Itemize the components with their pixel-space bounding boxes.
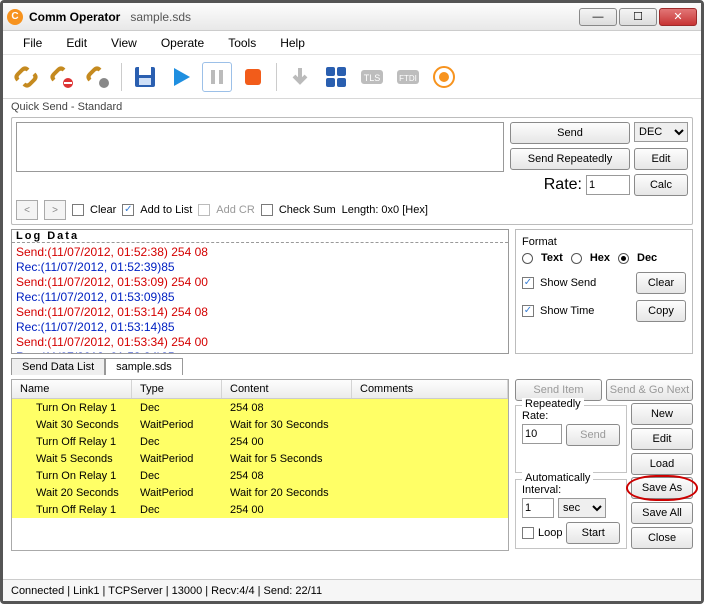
menu-file[interactable]: File — [13, 34, 52, 52]
edit-button[interactable]: Edit — [634, 148, 688, 170]
rate-label: Rate: — [510, 176, 582, 194]
maximize-button[interactable]: ☐ — [619, 8, 657, 26]
status-text: Connected | Link1 | TCPServer | 13000 | … — [11, 585, 322, 597]
show-send-checkbox[interactable] — [522, 277, 534, 289]
new-button[interactable]: New — [631, 403, 693, 425]
send-go-next-button: Send & Go Next — [606, 379, 693, 401]
svg-text:FTDI: FTDI — [399, 74, 417, 83]
save-icon[interactable] — [130, 62, 160, 92]
calc-button[interactable]: Calc — [634, 174, 688, 196]
format-panel: Format Text Hex Dec Show SendClear Show … — [515, 229, 693, 354]
status-bar: Connected | Link1 | TCPServer | 13000 | … — [3, 579, 701, 601]
interval-input[interactable] — [522, 498, 554, 518]
rep-send-button: Send — [566, 424, 620, 446]
send-repeatedly-button[interactable]: Send Repeatedly — [510, 148, 630, 170]
format-dec-radio[interactable] — [618, 253, 629, 264]
send-button[interactable]: Send — [510, 122, 630, 144]
table-row[interactable]: Turn On Relay 1Dec254 08 — [12, 467, 508, 484]
document-name: sample.sds — [130, 10, 191, 24]
save-all-button[interactable]: Save All — [631, 502, 693, 524]
menu-operate[interactable]: Operate — [151, 34, 214, 52]
pause-icon[interactable] — [202, 62, 232, 92]
edit-list-button[interactable]: Edit — [631, 428, 693, 450]
table-row[interactable]: Wait 30 SecondsWaitPeriodWait for 30 Sec… — [12, 416, 508, 433]
table-row[interactable]: Turn Off Relay 1Dec254 00 — [12, 433, 508, 450]
checksum-checkbox[interactable] — [261, 204, 273, 216]
col-name[interactable]: Name — [12, 380, 132, 398]
close-list-button[interactable]: Close — [631, 527, 693, 549]
save-as-button[interactable]: Save As — [631, 477, 693, 499]
log-panel: Log Data Send:(11/07/2012, 01:52:38) 254… — [11, 229, 509, 354]
format-select[interactable]: DEC — [634, 122, 688, 142]
checksum-label: Check Sum — [279, 204, 336, 216]
add-cr-label: Add CR — [216, 204, 255, 216]
add-cr-checkbox — [198, 204, 210, 216]
rep-rate-input[interactable] — [522, 424, 562, 444]
toolbar: TLS FTDI — [3, 55, 701, 99]
start-button[interactable]: Start — [566, 522, 620, 544]
send-textarea[interactable] — [16, 122, 504, 172]
ftdi-icon[interactable]: FTDI — [393, 62, 423, 92]
next-button[interactable]: > — [44, 200, 66, 220]
prev-button[interactable]: < — [16, 200, 38, 220]
log-title: Log Data — [12, 230, 508, 243]
log-body[interactable]: Send:(11/07/2012, 01:52:38) 254 08Rec:(1… — [12, 243, 508, 353]
table-row[interactable]: Wait 20 SecondsWaitPeriodWait for 20 Sec… — [12, 484, 508, 501]
download-icon[interactable] — [285, 62, 315, 92]
tab-sample-sds[interactable]: sample.sds — [105, 358, 183, 375]
clear-label: Clear — [90, 204, 116, 216]
quick-send-panel: Send DEC Send Repeatedly Edit Rate: Calc… — [11, 117, 693, 225]
log-copy-button[interactable]: Copy — [636, 300, 686, 322]
menu-view[interactable]: View — [101, 34, 147, 52]
format-text-radio[interactable] — [522, 253, 533, 264]
quick-send-label: Quick Send - Standard — [3, 99, 701, 115]
interval-unit-select[interactable]: sec — [558, 498, 606, 518]
table-row[interactable]: Turn On Relay 1Dec254 08 — [12, 399, 508, 416]
col-content[interactable]: Content — [222, 380, 352, 398]
minimize-button[interactable]: — — [579, 8, 617, 26]
table-row[interactable]: Wait 5 SecondsWaitPeriodWait for 5 Secon… — [12, 450, 508, 467]
col-comments[interactable]: Comments — [352, 380, 508, 398]
load-button[interactable]: Load — [631, 453, 693, 475]
app-title: Comm Operator — [29, 10, 120, 24]
close-button[interactable]: ✕ — [659, 8, 697, 26]
format-label: Format — [522, 236, 686, 248]
title-bar: C Comm Operator sample.sds — ☐ ✕ — [3, 3, 701, 31]
menu-bar: File Edit View Operate Tools Help — [3, 31, 701, 55]
data-grid[interactable]: Name Type Content Comments Turn On Relay… — [11, 379, 509, 551]
format-hex-radio[interactable] — [571, 253, 582, 264]
tab-send-data-list[interactable]: Send Data List — [11, 358, 105, 375]
loop-checkbox[interactable] — [522, 527, 534, 539]
svg-text:TLS: TLS — [364, 73, 381, 83]
unlink-icon[interactable] — [47, 62, 77, 92]
calculator-icon[interactable] — [321, 62, 351, 92]
stop-icon[interactable] — [238, 62, 268, 92]
app-icon: C — [7, 9, 23, 25]
col-type[interactable]: Type — [132, 380, 222, 398]
play-icon[interactable] — [166, 62, 196, 92]
target-icon[interactable] — [429, 62, 459, 92]
log-clear-button[interactable]: Clear — [636, 272, 686, 294]
table-row[interactable]: Turn Off Relay 1Dec254 00 — [12, 501, 508, 518]
tls-icon[interactable]: TLS — [357, 62, 387, 92]
link-settings-icon[interactable] — [83, 62, 113, 92]
clear-checkbox[interactable] — [72, 204, 84, 216]
menu-help[interactable]: Help — [270, 34, 315, 52]
menu-tools[interactable]: Tools — [218, 34, 266, 52]
link-icon[interactable] — [11, 62, 41, 92]
menu-edit[interactable]: Edit — [56, 34, 97, 52]
length-label: Length: 0x0 [Hex] — [342, 204, 428, 216]
show-time-checkbox[interactable] — [522, 305, 534, 317]
rate-input[interactable] — [586, 175, 630, 195]
add-to-list-checkbox[interactable] — [122, 204, 134, 216]
add-to-list-label: Add to List — [140, 204, 192, 216]
